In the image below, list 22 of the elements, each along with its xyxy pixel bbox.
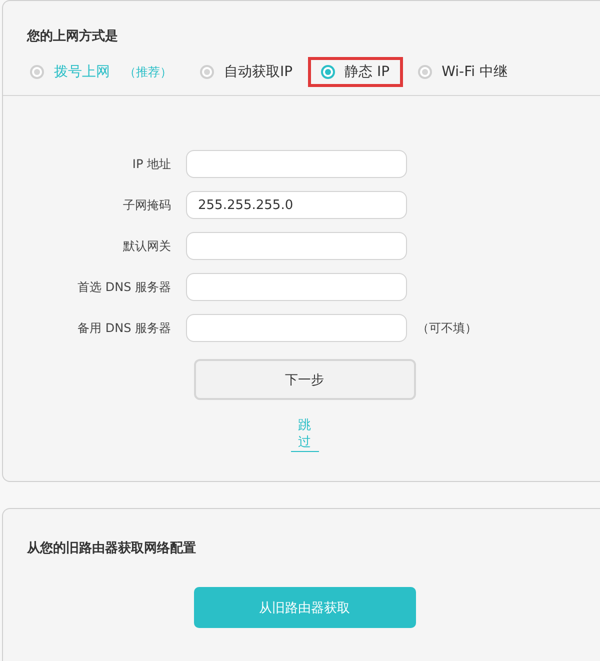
- input-field[interactable]: [186, 273, 407, 301]
- input-field[interactable]: [186, 150, 407, 178]
- optional-hint: （可不填）: [417, 320, 477, 336]
- radio-button[interactable]: [418, 65, 432, 79]
- radio-button[interactable]: [200, 65, 214, 79]
- input-field[interactable]: 255.255.255.0: [186, 191, 407, 219]
- field-label: 备用 DNS 服务器: [76, 320, 171, 336]
- option-label[interactable]: 静态 IP: [344, 63, 390, 81]
- option-note: （推荐）: [124, 64, 172, 80]
- field-label: 子网掩码: [122, 196, 171, 214]
- next-button[interactable]: 下一步: [194, 359, 416, 400]
- radio-button[interactable]: [30, 65, 44, 79]
- input-field[interactable]: [186, 314, 407, 342]
- input-field[interactable]: [186, 232, 407, 260]
- field-label: 默认网关: [122, 238, 171, 254]
- section-title: 您的上网方式是: [27, 28, 119, 45]
- field-label: 首选 DNS 服务器: [76, 278, 171, 296]
- field-label: IP 地址: [131, 156, 171, 172]
- option-label[interactable]: 自动获取IP: [224, 63, 293, 81]
- section-title: 从您的旧路由器获取网络配置: [26, 540, 197, 557]
- radio-button[interactable]: [320, 65, 335, 79]
- option-label[interactable]: Wi-Fi 中继: [442, 63, 508, 81]
